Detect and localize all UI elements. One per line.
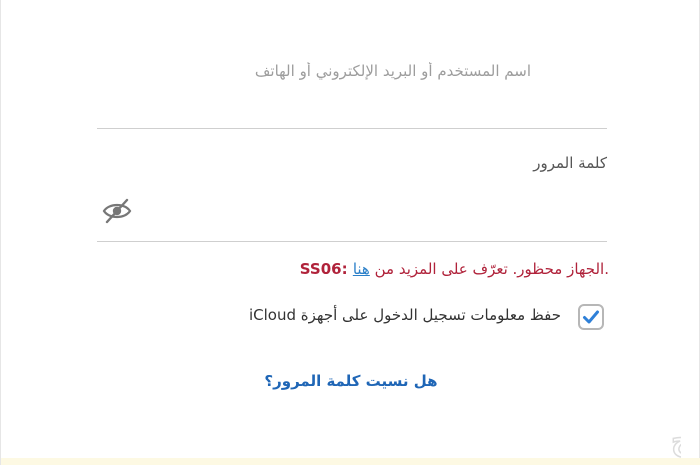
haraj-watermark-logo: حراج bbox=[670, 422, 681, 459]
password-divider bbox=[97, 241, 607, 242]
forgot-password-link[interactable]: هل نسيت كلمة المرور؟ bbox=[201, 372, 501, 390]
login-form: كلمة المرور .الجهاز محظور. تعرّف على الم… bbox=[0, 0, 700, 465]
password-label: كلمة المرور bbox=[533, 154, 607, 172]
error-prefix: .الجهاز محظور. تعرّف على المزيد من bbox=[369, 260, 609, 278]
username-divider bbox=[97, 128, 607, 129]
learn-more-link[interactable]: هنا bbox=[353, 260, 370, 278]
password-input[interactable] bbox=[151, 194, 610, 232]
error-message: .الجهاز محظور. تعرّف على المزيد من هنا :… bbox=[237, 260, 609, 278]
checkmark-icon bbox=[583, 310, 599, 324]
username-input[interactable] bbox=[97, 52, 533, 90]
remember-checkbox[interactable] bbox=[578, 304, 604, 330]
bottom-strip bbox=[1, 458, 700, 465]
remember-label: حفظ معلومات تسجيل الدخول على أجهزة iClou… bbox=[249, 306, 561, 324]
error-code: :SS06 bbox=[299, 260, 353, 278]
svg-text:حراج: حراج bbox=[671, 423, 681, 458]
eye-slash-icon[interactable] bbox=[101, 197, 133, 225]
